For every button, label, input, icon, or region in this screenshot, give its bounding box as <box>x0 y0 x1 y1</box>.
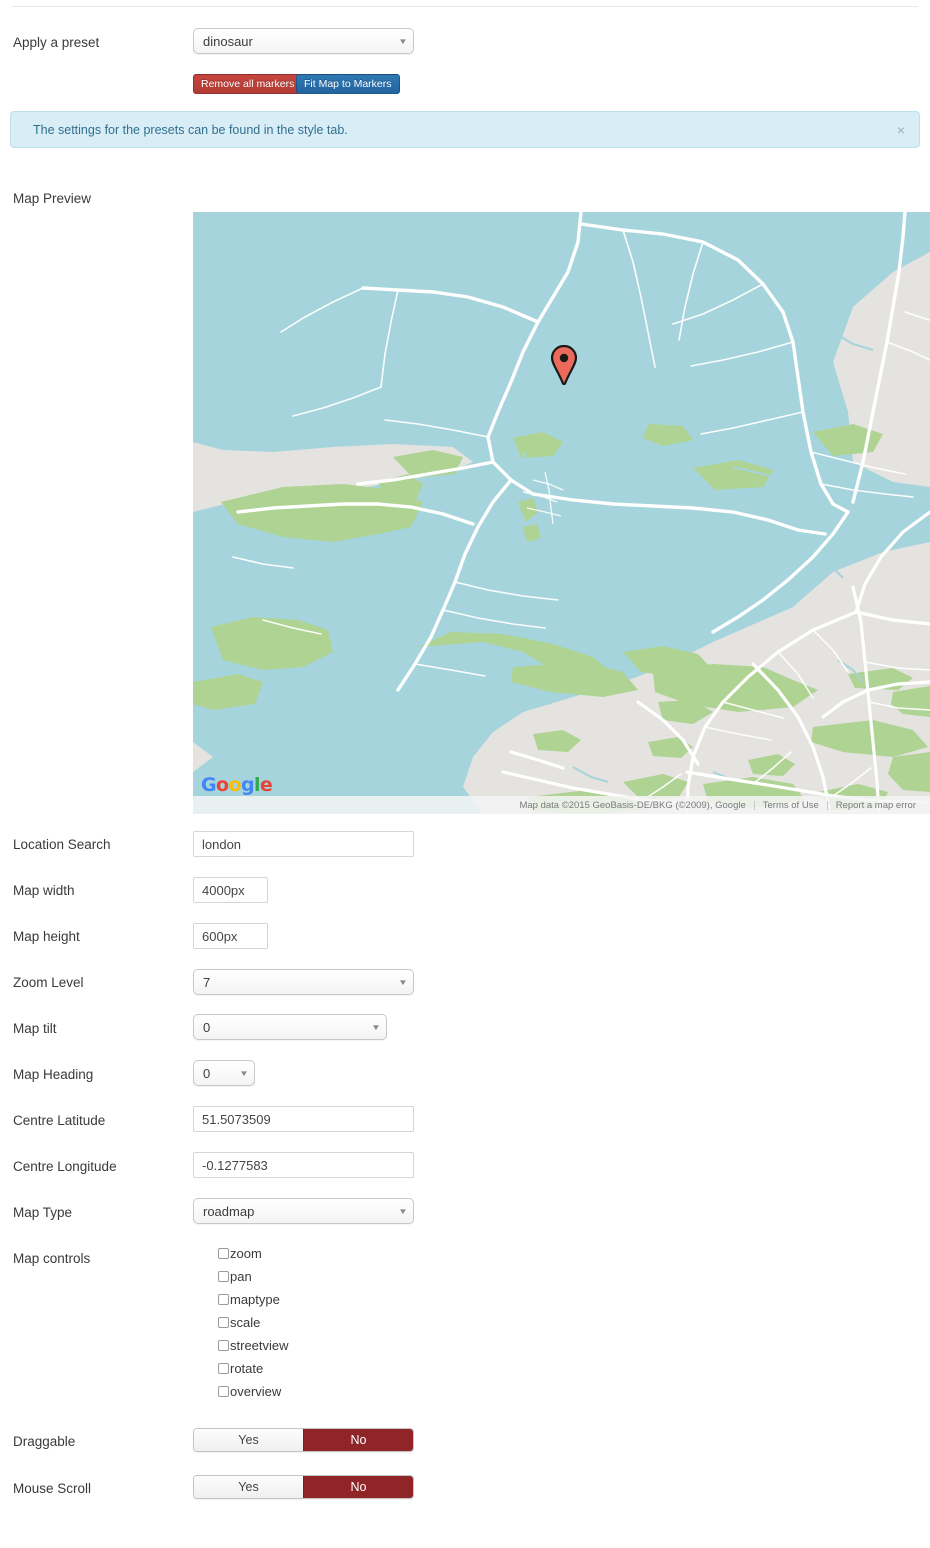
map-heading-select[interactable]: 0 ▼ <box>193 1060 255 1086</box>
preset-select-value: dinosaur <box>203 33 253 49</box>
checkbox-icon[interactable] <box>218 1317 229 1328</box>
map-control-rotate-label: rotate <box>230 1361 264 1376</box>
preset-select[interactable]: dinosaur ▼ <box>193 28 414 54</box>
preset-label: Apply a preset <box>13 35 100 50</box>
map-control-overview-label: overview <box>230 1384 282 1399</box>
map-preview-label: Map Preview <box>13 191 92 206</box>
checkbox-icon[interactable] <box>218 1340 229 1351</box>
close-icon[interactable]: × <box>897 123 905 137</box>
mouse-scroll-label: Mouse Scroll <box>13 1481 92 1496</box>
map-control-rotate[interactable]: rotate <box>218 1361 263 1376</box>
terms-of-use-link[interactable]: Terms of Use <box>755 800 827 811</box>
zoom-level-select[interactable]: 7 ▼ <box>193 969 414 995</box>
checkbox-icon[interactable] <box>218 1248 229 1259</box>
info-alert-text: The settings for the presets can be foun… <box>33 122 348 137</box>
map-heading-value: 0 <box>203 1065 211 1081</box>
chevron-down-icon: ▼ <box>398 1206 408 1216</box>
map-width-label: Map width <box>13 883 75 898</box>
location-search-label: Location Search <box>13 837 111 852</box>
location-search-input[interactable]: london <box>193 831 414 857</box>
map-control-pan-label: pan <box>230 1269 252 1284</box>
draggable-label: Draggable <box>13 1434 76 1449</box>
map-tilt-select[interactable]: 0 ▼ <box>193 1014 387 1040</box>
map-control-zoom-label: zoom <box>230 1246 262 1261</box>
top-divider <box>12 6 918 7</box>
map-controls-label: Map controls <box>13 1251 91 1266</box>
draggable-no-option[interactable]: No <box>303 1429 413 1451</box>
centre-longitude-input[interactable]: -0.1277583 <box>193 1152 414 1178</box>
mouse-scroll-no-option[interactable]: No <box>303 1476 413 1498</box>
map-marker-pin[interactable] <box>550 345 578 385</box>
google-logo: Google <box>201 774 273 796</box>
mouse-scroll-toggle[interactable]: Yes No <box>193 1475 414 1499</box>
checkbox-icon[interactable] <box>218 1271 229 1282</box>
map-tiles <box>193 212 930 814</box>
checkbox-icon[interactable] <box>218 1363 229 1374</box>
info-alert: The settings for the presets can be foun… <box>10 111 920 148</box>
chevron-down-icon: ▼ <box>239 1068 249 1078</box>
map-preview-canvas[interactable]: Google Map data ©2015 GeoBasis-DE/BKG (©… <box>193 212 930 814</box>
map-heading-label: Map Heading <box>13 1067 94 1082</box>
zoom-level-label: Zoom Level <box>13 975 84 990</box>
map-type-label: Map Type <box>13 1205 73 1220</box>
chevron-down-icon: ▼ <box>398 36 408 46</box>
map-tilt-value: 0 <box>203 1019 211 1035</box>
map-control-scale-label: scale <box>230 1315 261 1330</box>
map-control-maptype[interactable]: maptype <box>218 1292 280 1307</box>
checkbox-icon[interactable] <box>218 1294 229 1305</box>
report-map-error-link[interactable]: Report a map error <box>828 800 924 811</box>
zoom-level-value: 7 <box>203 974 211 990</box>
checkbox-icon[interactable] <box>218 1386 229 1397</box>
centre-latitude-input[interactable]: 51.5073509 <box>193 1106 414 1132</box>
mouse-scroll-yes-option[interactable]: Yes <box>194 1476 303 1498</box>
chevron-down-icon: ▼ <box>398 977 408 987</box>
chevron-down-icon: ▼ <box>371 1022 381 1032</box>
map-control-streetview-label: streetview <box>230 1338 289 1353</box>
draggable-toggle[interactable]: Yes No <box>193 1428 414 1452</box>
map-height-input[interactable]: 600px <box>193 923 268 949</box>
map-control-zoom[interactable]: zoom <box>218 1246 262 1261</box>
map-width-input[interactable]: 4000px <box>193 877 268 903</box>
map-control-scale[interactable]: scale <box>218 1315 260 1330</box>
map-tilt-label: Map tilt <box>13 1021 57 1036</box>
map-type-select[interactable]: roadmap ▼ <box>193 1198 414 1224</box>
map-attribution-bar: Map data ©2015 GeoBasis-DE/BKG (©2009), … <box>193 796 930 814</box>
fit-map-to-markers-button[interactable]: Fit Map to Markers <box>296 74 400 94</box>
map-control-pan[interactable]: pan <box>218 1269 252 1284</box>
map-settings-panel: Apply a preset dinosaur ▼ Remove all mar… <box>0 0 930 1548</box>
map-control-maptype-label: maptype <box>230 1292 280 1307</box>
map-data-attribution: Map data ©2015 GeoBasis-DE/BKG (©2009), … <box>519 799 746 811</box>
map-control-overview[interactable]: overview <box>218 1384 281 1399</box>
map-control-streetview[interactable]: streetview <box>218 1338 289 1353</box>
map-height-label: Map height <box>13 929 80 944</box>
centre-latitude-label: Centre Latitude <box>13 1113 106 1128</box>
remove-all-markers-button[interactable]: Remove all markers <box>193 74 303 94</box>
draggable-yes-option[interactable]: Yes <box>194 1429 303 1451</box>
centre-longitude-label: Centre Longitude <box>13 1159 117 1174</box>
map-type-value: roadmap <box>203 1203 255 1219</box>
